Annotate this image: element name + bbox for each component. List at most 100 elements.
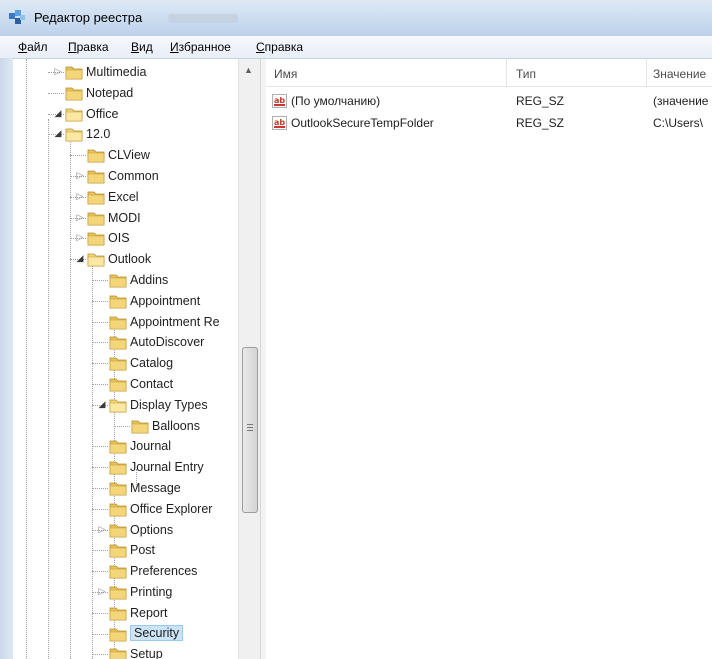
tree-item-appointment-re[interactable]: Appointment Re	[13, 312, 238, 332]
scrollbar-thumb[interactable]	[242, 347, 258, 513]
folder-icon	[87, 168, 105, 184]
tree-item-label: AutoDiscover	[130, 335, 205, 350]
column-header-type[interactable]: Тип	[516, 67, 536, 81]
collapse-arrow-icon[interactable]: ◢	[53, 108, 63, 119]
folder-icon	[87, 251, 105, 267]
tree-item-journal[interactable]: Journal	[13, 436, 238, 456]
folder-icon	[109, 522, 127, 538]
tree-item-label: Options	[130, 522, 174, 537]
tree-item-message[interactable]: Message	[13, 478, 238, 498]
column-divider[interactable]	[506, 59, 507, 86]
tree-item-catalog[interactable]: Catalog	[13, 353, 238, 373]
tree-item-printing[interactable]: ▷ Printing	[13, 582, 238, 602]
expand-arrow-icon[interactable]: ▷	[75, 232, 85, 243]
column-header-value[interactable]: Значение	[653, 67, 706, 81]
tree-item-notepad[interactable]: Notepad	[13, 83, 238, 103]
tree-item-ois[interactable]: ▷ OIS	[13, 228, 238, 248]
collapse-arrow-icon[interactable]: ◢	[97, 399, 107, 410]
tree-item-outlook[interactable]: ◢ Outlook	[13, 249, 238, 269]
folder-icon	[109, 459, 127, 475]
folder-icon	[109, 334, 127, 350]
expand-arrow-icon[interactable]: ▷	[97, 586, 107, 597]
tree-item-multimedia[interactable]: ▷ Multimedia	[13, 62, 238, 82]
expand-arrow-icon[interactable]: ▷	[75, 170, 85, 181]
value-data: C:\Users\	[653, 116, 704, 130]
folder-icon	[109, 563, 127, 579]
tree-item-label: Addins	[130, 273, 169, 287]
tree-item-12-0[interactable]: ◢ 12.0	[13, 124, 238, 144]
folder-icon	[109, 501, 127, 517]
folder-icon	[109, 542, 127, 558]
registry-tree[interactable]: ▷ Multimedia Notepad ◢ Office ◢ 12.0 CLView ▷ Com…	[13, 59, 260, 659]
tree-item-appointment[interactable]: Appointment	[13, 291, 238, 311]
svg-text:ab: ab	[274, 118, 285, 127]
tree-item-label: Journal	[130, 439, 171, 454]
folder-icon	[87, 210, 105, 226]
tree-item-excel[interactable]: ▷ Excel	[13, 187, 238, 207]
folder-icon	[65, 106, 83, 122]
folder-icon	[109, 376, 127, 392]
tree-item-post[interactable]: Post	[13, 540, 238, 560]
value-name: (По умолчанию)	[291, 94, 381, 108]
tree-item-preferences[interactable]: Preferences	[13, 561, 238, 581]
tree-item-report[interactable]: Report	[13, 603, 238, 623]
tree-item-security[interactable]: Security	[13, 624, 238, 644]
folder-icon	[109, 480, 127, 496]
tree-item-label: Setup	[130, 647, 163, 659]
tree-item-label: Post	[130, 543, 156, 558]
list-header: Имя Тип Значение	[266, 59, 712, 87]
tree-item-label: Multimedia	[86, 65, 147, 79]
tree-item-label: Notepad	[86, 85, 134, 100]
folder-icon	[87, 189, 105, 205]
tree-item-modi[interactable]: ▷ MODI	[13, 208, 238, 228]
tree-item-label: Preferences	[130, 564, 198, 579]
list-row[interactable]: ab (По умолчанию) REG_SZ (значение	[266, 90, 712, 112]
collapse-arrow-icon[interactable]: ◢	[53, 128, 63, 139]
menu-view[interactable]: Вид	[131, 40, 153, 54]
menu-favorites[interactable]: Избранное	[170, 40, 231, 54]
value-data: (значение	[653, 94, 709, 108]
string-value-icon: ab	[272, 116, 287, 130]
tree-item-journal-entry[interactable]: Journal Entry	[13, 457, 238, 477]
tree-item-label: Appointment	[130, 293, 201, 308]
tree-item-common[interactable]: ▷ Common	[13, 166, 238, 186]
tree-item-autodiscover[interactable]: AutoDiscover	[13, 332, 238, 352]
tree-item-label: Message	[130, 481, 181, 495]
tree-item-label: OIS	[108, 231, 130, 246]
tree-item-label: CLView	[108, 148, 150, 163]
values-list[interactable]: Имя Тип Значение ab (По умолчанию) REG_S…	[266, 59, 712, 659]
tree-item-label: Appointment Re	[130, 314, 220, 329]
scroll-up-icon[interactable]: ▲	[244, 65, 253, 75]
expand-arrow-icon[interactable]: ▷	[53, 66, 63, 77]
menu-file[interactable]: Файл	[18, 40, 48, 54]
tree-item-addins[interactable]: Addins	[13, 270, 238, 290]
tree-item-options[interactable]: ▷ Options	[13, 520, 238, 540]
tree-item-label: Balloons	[152, 418, 200, 433]
folder-icon	[87, 230, 105, 246]
expand-arrow-icon[interactable]: ▷	[97, 524, 107, 535]
folder-icon	[109, 314, 127, 330]
tree-item-clview[interactable]: CLView	[13, 145, 238, 165]
tree-item-balloons[interactable]: Balloons	[13, 416, 238, 436]
list-row[interactable]: ab OutlookSecureTempFolder REG_SZ C:\Use…	[266, 112, 712, 134]
folder-icon	[109, 272, 127, 288]
tree-item-label: Security	[130, 624, 184, 641]
expand-arrow-icon[interactable]: ▷	[75, 191, 85, 202]
string-value-icon: ab	[272, 94, 287, 108]
tree-scrollbar[interactable]: ▲	[238, 59, 261, 659]
tree-item-contact[interactable]: Contact	[13, 374, 238, 394]
menu-help[interactable]: Справка	[256, 40, 303, 54]
column-divider[interactable]	[646, 59, 647, 86]
tree-item-label: Catalog	[130, 356, 174, 371]
tree-item-office-explorer[interactable]: Office Explorer	[13, 499, 238, 519]
tree-item-office[interactable]: ◢ Office	[13, 104, 238, 124]
menu-edit[interactable]: Правка	[68, 40, 109, 54]
expand-arrow-icon[interactable]: ▷	[75, 212, 85, 223]
tree-item-display-types[interactable]: ◢ Display Types	[13, 395, 238, 415]
tree-item-label: Common	[108, 169, 159, 183]
folder-icon	[65, 85, 83, 101]
tree-item-setup[interactable]: Setup	[13, 644, 238, 659]
column-header-name[interactable]: Имя	[274, 67, 297, 81]
collapse-arrow-icon[interactable]: ◢	[75, 253, 85, 264]
folder-icon	[109, 293, 127, 309]
